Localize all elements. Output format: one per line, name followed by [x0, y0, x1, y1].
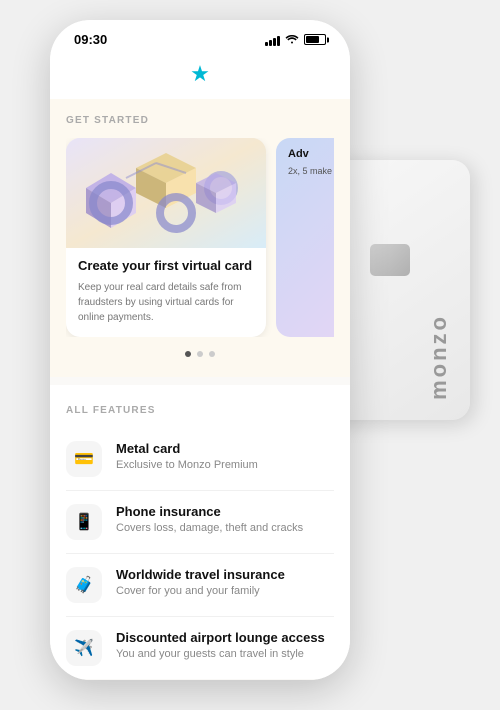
list-item[interactable]: 🧳 Worldwide travel insurance Cover for y…	[66, 554, 334, 617]
travel-insurance-icon: 🧳	[66, 567, 102, 603]
feature-cards-scroll[interactable]: Create your first virtual card Keep your…	[66, 138, 334, 337]
get-started-section: GET STARTED	[50, 99, 350, 377]
all-features-section: ALL FEATURES 💳 Metal card Exclusive to M…	[50, 385, 350, 679]
battery-icon	[304, 34, 326, 45]
metal-card-text: Metal card Exclusive to Monzo Premium	[116, 441, 334, 473]
metal-card-name: Metal card	[116, 441, 334, 456]
dot-2[interactable]	[197, 351, 203, 357]
virtual-card-content: Create your first virtual card Keep your…	[66, 248, 266, 337]
virtual-card-desc: Keep your real card details safe from fr…	[78, 280, 254, 325]
phone-insurance-name: Phone insurance	[116, 504, 334, 519]
virtual-card-illustration	[66, 138, 266, 248]
get-started-label: GET STARTED	[66, 115, 334, 126]
wifi-icon	[285, 33, 299, 47]
star-icon: ★	[190, 61, 210, 86]
virtual-card-feature[interactable]: Create your first virtual card Keep your…	[66, 138, 266, 337]
airport-lounge-text: Discounted airport lounge access You and…	[116, 630, 334, 662]
scroll-content[interactable]: GET STARTED	[50, 99, 350, 679]
phone-insurance-text: Phone insurance Covers loss, damage, the…	[116, 504, 334, 536]
travel-insurance-name: Worldwide travel insurance	[116, 567, 334, 582]
status-bar: 09:30	[50, 20, 350, 53]
card-brand: monzo	[426, 314, 452, 400]
second-card-desc: 2x, 5 make	[288, 165, 334, 178]
dot-3[interactable]	[209, 351, 215, 357]
airport-lounge-name: Discounted airport lounge access	[116, 630, 334, 645]
app-logo: ★	[50, 53, 350, 99]
airport-lounge-icon: ✈️	[66, 630, 102, 666]
card-chip	[370, 244, 410, 276]
metal-card-sub: Exclusive to Monzo Premium	[116, 458, 334, 473]
dot-1[interactable]	[185, 351, 191, 357]
carousel-dots	[66, 351, 334, 357]
list-item[interactable]: ✈️ Discounted airport lounge access You …	[66, 617, 334, 679]
all-features-label: ALL FEATURES	[66, 405, 334, 416]
status-time: 09:30	[74, 32, 107, 47]
second-feature-card[interactable]: Adv 2x, 5 make	[276, 138, 334, 337]
virtual-card-title: Create your first virtual card	[78, 258, 254, 275]
phone-insurance-sub: Covers loss, damage, theft and cracks	[116, 521, 334, 536]
second-card-title: Adv	[288, 148, 334, 160]
status-icons	[265, 33, 326, 47]
metal-card-icon: 💳	[66, 441, 102, 477]
airport-lounge-sub: You and your guests can travel in style	[116, 647, 334, 662]
phone-device: 09:30	[50, 20, 350, 680]
travel-insurance-sub: Cover for you and your family	[116, 584, 334, 599]
list-item[interactable]: 📱 Phone insurance Covers loss, damage, t…	[66, 491, 334, 554]
travel-insurance-text: Worldwide travel insurance Cover for you…	[116, 567, 334, 599]
phone-insurance-icon: 📱	[66, 504, 102, 540]
list-item[interactable]: 💳 Metal card Exclusive to Monzo Premium	[66, 428, 334, 491]
signal-icon	[265, 34, 280, 46]
